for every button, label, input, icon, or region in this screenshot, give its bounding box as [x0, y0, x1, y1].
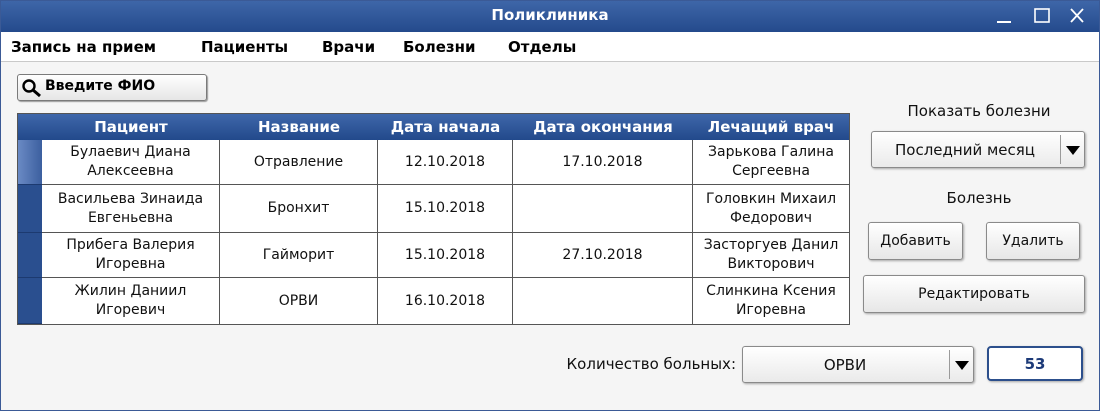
table-row[interactable]: Прибега Валерия Игоревна Гайморит 15.10.2… — [42, 233, 849, 278]
table-row[interactable]: Булаевич Диана Алексеевна Отравление 12.1… — [42, 140, 849, 185]
patient-count-value: 53 — [987, 346, 1083, 381]
chevron-down-icon[interactable] — [949, 350, 973, 379]
cell-start-date: 16.10.2018 — [378, 278, 513, 324]
maximize-icon[interactable] — [1030, 5, 1054, 27]
table-row[interactable]: Жилин Даниил Игоревич ОРВИ 16.10.2018 Сли… — [42, 278, 849, 324]
disease-select-value: ОРВИ — [823, 355, 867, 374]
cell-doctor: Зарькова Галина Сергеевна — [708, 144, 834, 179]
cell-doctor: Головкин Михаил Федорович — [705, 190, 837, 226]
cell-start-date: 12.10.2018 — [378, 140, 513, 184]
column-header-patient[interactable]: Пациент — [42, 114, 220, 140]
row-selector[interactable] — [18, 185, 42, 233]
cell-end-date — [513, 185, 693, 232]
search-label: Введите ФИО — [45, 78, 156, 94]
menu-item-appointment[interactable]: Запись на прием — [11, 38, 156, 56]
period-select[interactable]: Последний месяц — [871, 131, 1085, 168]
add-button[interactable]: Добавить — [868, 222, 963, 260]
cell-disease: ОРВИ — [220, 278, 378, 324]
patient-count-label: Количество больных: — [566, 355, 736, 373]
chevron-down-icon[interactable] — [1060, 135, 1084, 164]
cell-patient: Васильева Зинаида Евгеньевна — [42, 185, 220, 232]
cell-patient: Булаевич Диана Алексеевна — [42, 140, 220, 184]
period-select-value: Последний месяц — [895, 140, 1035, 159]
minimize-icon[interactable] — [992, 5, 1016, 27]
title-bar: Поликлиника — [1, 1, 1099, 32]
cell-start-date: 15.10.2018 — [378, 185, 513, 232]
column-header-doctor[interactable]: Лечащий врач — [693, 114, 849, 140]
cell-doctor: Засторгуев Данил Викторович — [703, 237, 839, 272]
column-header-start[interactable]: Дата начала — [378, 114, 513, 140]
disease-section-label: Болезнь — [946, 189, 1012, 207]
search-button[interactable]: Введите ФИО — [17, 74, 207, 101]
menu-item-diseases[interactable]: Болезни — [403, 38, 476, 56]
menu-item-departments[interactable]: Отделы — [508, 38, 576, 56]
edit-button[interactable]: Редактировать — [863, 275, 1085, 313]
window-title: Поликлиника — [491, 6, 609, 24]
menu-item-doctors[interactable]: Врачи — [322, 38, 375, 56]
row-selector[interactable] — [18, 140, 42, 185]
row-selector[interactable] — [18, 278, 42, 324]
delete-button[interactable]: Удалить — [986, 222, 1080, 260]
disease-table: Пациент Название Дата начала Дата оконча… — [17, 113, 850, 325]
cell-patient: Прибега Валерия Игоревна — [42, 233, 220, 277]
cell-patient: Жилин Даниил Игоревич — [42, 278, 220, 324]
row-selector[interactable] — [18, 233, 42, 278]
column-header-name[interactable]: Название — [220, 114, 378, 140]
search-icon — [21, 78, 43, 98]
cell-disease: Отравление — [220, 140, 378, 184]
menu-bar: Запись на прием Пациенты Врачи Болезни О… — [1, 32, 1099, 62]
close-icon[interactable] — [1065, 5, 1089, 27]
menu-item-patients[interactable]: Пациенты — [201, 38, 288, 56]
cell-doctor: Слинкина Ксения Игоревна — [706, 283, 836, 318]
show-diseases-label: Показать болезни — [907, 102, 1051, 120]
table-row[interactable]: Васильева Зинаида Евгеньевна Бронхит 15.1… — [42, 185, 849, 233]
column-header-end[interactable]: Дата окончания — [513, 114, 693, 140]
cell-start-date: 15.10.2018 — [378, 233, 513, 277]
cell-disease: Гайморит — [220, 233, 378, 277]
disease-select[interactable]: ОРВИ — [742, 346, 974, 383]
cell-end-date — [513, 278, 693, 324]
table-header: Пациент Название Дата начала Дата оконча… — [18, 114, 849, 140]
cell-disease: Бронхит — [220, 185, 378, 232]
cell-end-date: 27.10.2018 — [513, 233, 693, 277]
cell-end-date: 17.10.2018 — [513, 140, 693, 184]
main-window: Поликлиника Запись на прием Пациенты Вра… — [0, 0, 1100, 411]
